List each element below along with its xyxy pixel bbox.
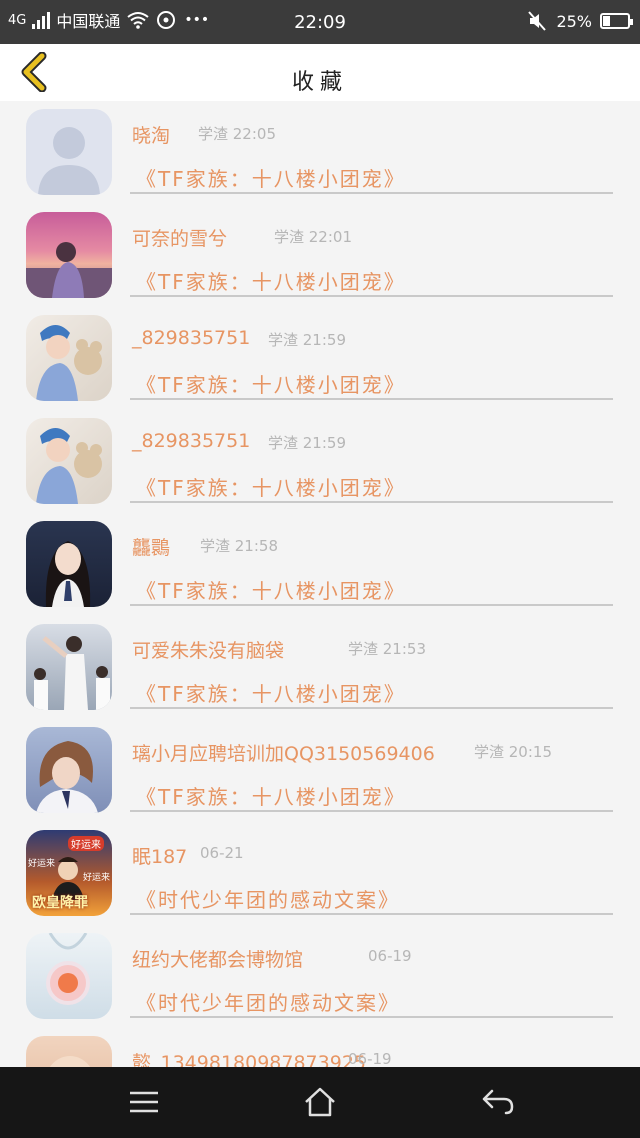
book-title: 《TF家族：十八楼小团宠》 bbox=[136, 373, 406, 397]
user-name: 龘䴉 bbox=[132, 537, 171, 559]
back-icon[interactable] bbox=[478, 1085, 518, 1119]
divider bbox=[130, 192, 613, 194]
list-item[interactable]: 纽约大佬都会博物馆 06-19 《时代少年团的感动文案》 bbox=[0, 925, 640, 1028]
user-name: _829835751 bbox=[132, 430, 251, 452]
divider bbox=[130, 295, 613, 297]
item-meta: 学渣 20:15 bbox=[474, 743, 552, 761]
item-meta: 学渣 21:58 bbox=[200, 537, 278, 555]
user-name: 纽约大佬都会博物馆 bbox=[132, 949, 304, 971]
avatar bbox=[26, 521, 112, 607]
menu-icon[interactable] bbox=[124, 1085, 164, 1119]
avatar bbox=[26, 315, 112, 401]
book-title: 《时代少年团的感动文案》 bbox=[136, 888, 400, 912]
divider bbox=[130, 810, 613, 812]
divider bbox=[130, 707, 613, 709]
list-item[interactable]: 好运来 好运来 好运来 欧皇降罪 眠187 06-21 《时代少年团的感动文案》 bbox=[0, 822, 640, 925]
badge-text: 好运来 bbox=[28, 859, 56, 869]
badge-text: 欧皇降罪 bbox=[32, 895, 88, 911]
user-name: 晓淘 bbox=[132, 125, 171, 147]
book-title: 《TF家族：十八楼小团宠》 bbox=[136, 476, 406, 500]
divider bbox=[130, 913, 613, 915]
home-icon[interactable] bbox=[300, 1085, 340, 1119]
book-title: 《TF家族：十八楼小团宠》 bbox=[136, 167, 406, 191]
user-name: 可爱朱朱没有脑袋 bbox=[132, 640, 285, 662]
user-name: 可奈的雪兮 bbox=[132, 228, 228, 250]
avatar bbox=[26, 109, 112, 195]
divider bbox=[130, 501, 613, 503]
user-name: 懿_134981809878739​25 bbox=[132, 1052, 367, 1067]
list-item[interactable]: _829835751 学渣 21:59 《TF家族：十八楼小团宠》 bbox=[0, 410, 640, 513]
divider bbox=[130, 398, 613, 400]
list-item[interactable]: 璃小月应聘培训加QQ3150569406 学渣 20:15 《TF家族：十八楼小… bbox=[0, 719, 640, 822]
avatar bbox=[26, 624, 112, 710]
page-title: 收藏 bbox=[291, 70, 348, 95]
navigation-bar bbox=[0, 1067, 640, 1138]
book-title: 《TF家族：十八楼小团宠》 bbox=[136, 785, 406, 809]
avatar bbox=[26, 727, 112, 813]
divider bbox=[130, 604, 613, 606]
user-name: 璃小月应聘培训加QQ3150569406 bbox=[132, 743, 435, 765]
item-meta: 06-21 bbox=[200, 844, 244, 862]
item-meta: 学渣 21:53 bbox=[348, 640, 426, 658]
user-name: _829835751 bbox=[132, 327, 251, 349]
avatar bbox=[26, 418, 112, 504]
avatar bbox=[26, 212, 112, 298]
list-item[interactable]: 晓淘 学渣 22:05 《TF家族：十八楼小团宠》 bbox=[0, 101, 640, 204]
status-bar: 4G 中国联通 ••• 22:09 25% bbox=[0, 0, 640, 44]
item-meta: 学渣 22:01 bbox=[274, 228, 352, 246]
divider bbox=[130, 1016, 613, 1018]
list-item[interactable]: 懿_134981809878739​25 06-19 bbox=[0, 1028, 640, 1067]
user-name: 眠187 bbox=[132, 846, 188, 868]
book-title: 《TF家族：十八楼小团宠》 bbox=[136, 579, 406, 603]
badge-text: 好运来 bbox=[68, 836, 104, 851]
book-title: 《时代少年团的感动文案》 bbox=[136, 991, 400, 1015]
status-right: 25% bbox=[526, 10, 633, 32]
avatar: 好运来 好运来 好运来 欧皇降罪 bbox=[26, 830, 112, 916]
item-meta: 学渣 22:05 bbox=[198, 125, 276, 143]
item-meta: 学渣 21:59 bbox=[268, 434, 346, 452]
mute-icon bbox=[528, 11, 547, 31]
battery-fill bbox=[603, 16, 610, 26]
item-meta: 06-19 bbox=[368, 947, 412, 965]
item-meta: 06-19 bbox=[348, 1050, 392, 1067]
badge-text: 好运来 bbox=[82, 873, 110, 883]
list-item[interactable]: 可奈的雪兮 学渣 22:01 《TF家族：十八楼小团宠》 bbox=[0, 204, 640, 307]
avatar bbox=[26, 1036, 112, 1067]
list-item[interactable]: 龘䴉 学渣 21:58 《TF家族：十八楼小团宠》 bbox=[0, 513, 640, 616]
battery-percent: 25% bbox=[556, 11, 592, 31]
book-title: 《TF家族：十八楼小团宠》 bbox=[136, 270, 406, 294]
avatar bbox=[26, 933, 112, 1019]
favorites-list: 晓淘 学渣 22:05 《TF家族：十八楼小团宠》 可奈的雪兮 学渣 22:01… bbox=[0, 101, 640, 1067]
item-meta: 学渣 21:59 bbox=[268, 331, 346, 349]
battery-icon bbox=[600, 13, 633, 29]
list-item[interactable]: _829835751 学渣 21:59 《TF家族：十八楼小团宠》 bbox=[0, 307, 640, 410]
app-header: 收藏 bbox=[0, 44, 640, 101]
book-title: 《TF家族：十八楼小团宠》 bbox=[136, 682, 406, 706]
list-item[interactable]: 可爱朱朱没有脑袋 学渣 21:53 《TF家族：十八楼小团宠》 bbox=[0, 616, 640, 719]
